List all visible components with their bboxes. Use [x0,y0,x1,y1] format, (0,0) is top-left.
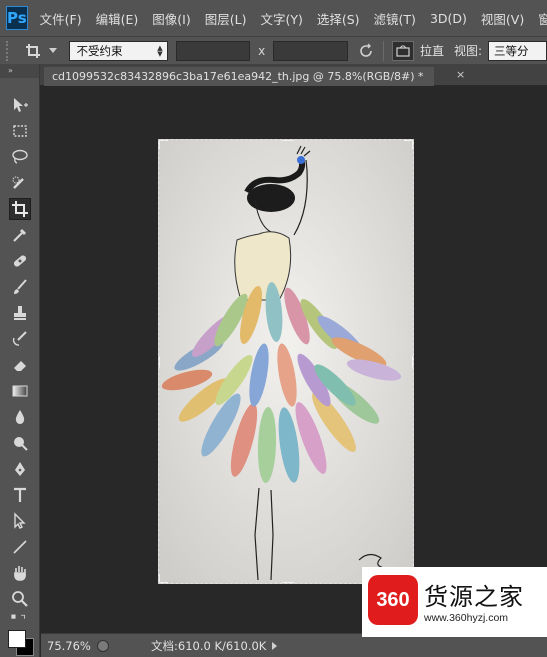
menu-image[interactable]: 图像(I) [152,9,190,28]
watermark-title: 货源之家 [424,583,524,611]
crop-handle-top-right[interactable] [404,140,413,149]
document-tab-bar: cd1099532c83432896c3ba17e61ea942_th.jpg … [40,64,547,86]
crop-icon[interactable] [22,40,44,62]
options-bar: 不受约束 ▲ ▼ x 拉直 视图: 三等分 [0,36,547,64]
eyedropper-icon[interactable] [9,224,31,246]
menu-edit[interactable]: 编辑(E) [96,9,139,28]
document-tab-title: cd1099532c83432896c3ba17e61ea942_th.jpg … [52,70,424,83]
document-image[interactable] [158,139,414,584]
photoshop-logo: Ps [6,6,28,30]
quilled-ballerina-artwork [159,140,413,583]
status-info-icon[interactable] [97,639,109,652]
menu-window[interactable]: 窗 [538,9,547,28]
crop-handle-right[interactable] [404,356,413,368]
status-menu-arrow-icon[interactable] [272,641,278,650]
lasso-icon[interactable] [9,146,31,168]
clone-stamp-icon[interactable] [9,302,31,324]
swap-rotate-icon[interactable] [356,41,376,61]
document-tab[interactable]: cd1099532c83432896c3ba17e61ea942_th.jpg … [44,67,434,86]
straighten-label[interactable]: 拉直 [420,42,444,59]
pen-icon[interactable] [9,458,31,480]
document-canvas[interactable] [41,87,547,632]
crop-tool-icon[interactable] [9,198,31,220]
watermark-url: www.360hyzj.com [424,612,509,624]
tab-close-icon[interactable]: × [456,68,465,81]
zoom-icon[interactable] [9,588,31,610]
zoom-level[interactable]: 75.76% [47,639,95,653]
menu-type[interactable]: 文字(Y) [260,9,302,28]
quick-select-icon[interactable] [9,172,31,194]
blur-icon[interactable] [9,406,31,428]
hand-icon[interactable] [9,562,31,584]
crop-height-input[interactable] [273,40,348,61]
crop-handle-top[interactable] [282,140,294,149]
crop-ratio-select[interactable]: 不受约束 ▲ ▼ [69,40,168,61]
dimension-separator: x [258,43,266,58]
toolbar-divider [383,40,385,61]
tool-preset-arrow-icon[interactable] [49,48,58,53]
menu-layer[interactable]: 图层(L) [205,9,247,28]
crop-handle-left[interactable] [159,356,168,368]
panel-collapse-icon[interactable]: » [0,64,39,78]
crop-handle-top-left[interactable] [159,140,168,149]
view-label: 视图: [453,44,483,58]
crop-handle-bottom-left[interactable] [159,574,168,583]
swap-colors-icon[interactable] [6,610,32,626]
menu-3d[interactable]: 3D(D) [430,11,467,26]
menu-filter[interactable]: 滤镜(T) [374,9,416,28]
menu-select[interactable]: 选择(S) [317,9,360,28]
tools-panel: » [0,64,40,657]
line-icon[interactable] [9,536,31,558]
site-watermark: 360 货源之家 www.360hyzj.com [362,567,547,637]
gradient-icon[interactable] [9,380,31,402]
brush-icon[interactable] [9,276,31,298]
menu-file[interactable]: 文件(F) [40,9,82,28]
dodge-icon[interactable] [9,432,31,454]
crop-handle-bottom[interactable] [282,574,294,583]
foreground-color-swatch[interactable] [8,630,26,648]
type-icon[interactable] [9,484,31,506]
healing-brush-icon[interactable] [9,250,31,272]
menu-bar: Ps 文件(F) 编辑(E) 图像(I) 图层(L) 文字(Y) 选择(S) 滤… [0,0,547,36]
history-brush-icon[interactable] [9,328,31,350]
menu-view[interactable]: 视图(V) [481,9,524,28]
document-size: 文档:610.0 K/610.0K [151,638,267,653]
options-grip[interactable] [6,40,12,61]
straighten-icon[interactable] [392,40,414,61]
crop-width-input[interactable] [175,40,251,61]
select-arrows-icon: ▲ ▼ [157,43,163,58]
marquee-icon[interactable] [9,120,31,142]
overlay-view-select[interactable]: 三等分 [488,40,547,61]
path-select-icon[interactable] [9,510,31,532]
move-icon[interactable] [9,94,31,116]
watermark-logo: 360 [368,575,418,625]
eraser-icon[interactable] [9,354,31,376]
crop-ratio-value: 不受约束 [76,43,123,58]
